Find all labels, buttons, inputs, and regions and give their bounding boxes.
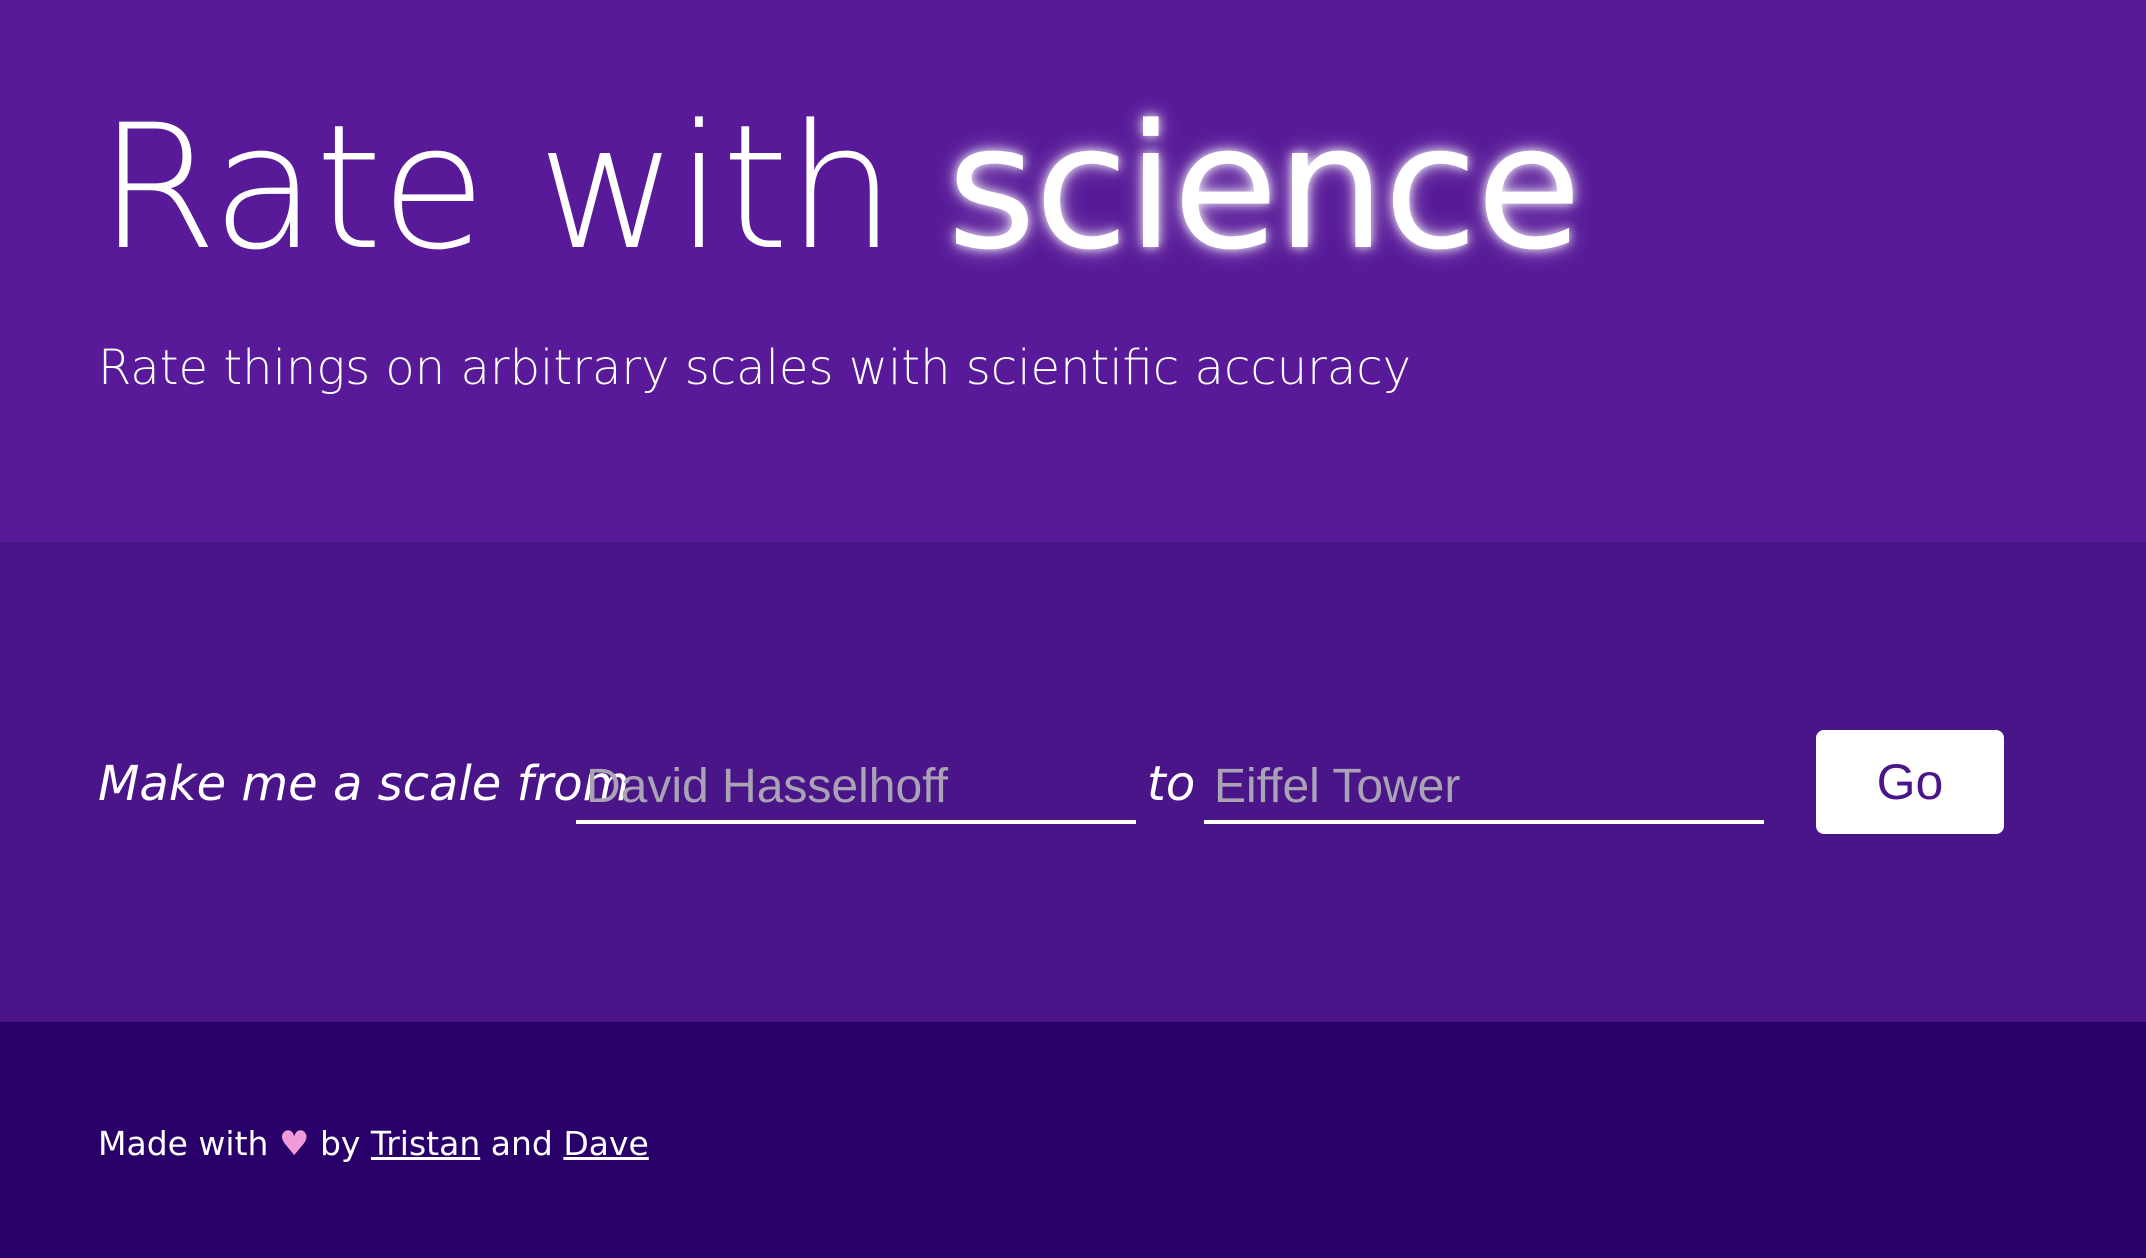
to-input[interactable] — [1204, 752, 1764, 824]
page-title: Rate with science — [98, 87, 1582, 288]
from-input[interactable] — [576, 752, 1136, 824]
footer-by: by — [319, 1124, 361, 1163]
title-light-text: Rate with — [98, 87, 896, 288]
author-link-dave[interactable]: Dave — [563, 1124, 648, 1163]
form-to-label: to — [1147, 756, 1196, 812]
footer-and: and — [490, 1124, 553, 1163]
page-subtitle: Rate things on arbitrary scales with sci… — [98, 340, 1412, 396]
footer-made-with: Made with — [98, 1124, 269, 1163]
footer-credits: Made with ♥ by Tristan and Dave — [98, 1119, 649, 1169]
heart-icon: ♥ — [278, 1124, 310, 1164]
go-button[interactable]: Go — [1816, 730, 2004, 834]
form-lead-label: Make me a scale from — [98, 756, 630, 812]
hero-section: Rate with science Rate things on arbitra… — [0, 0, 2146, 542]
title-glow-text: science — [946, 87, 1582, 288]
author-link-tristan[interactable]: Tristan — [371, 1124, 480, 1163]
